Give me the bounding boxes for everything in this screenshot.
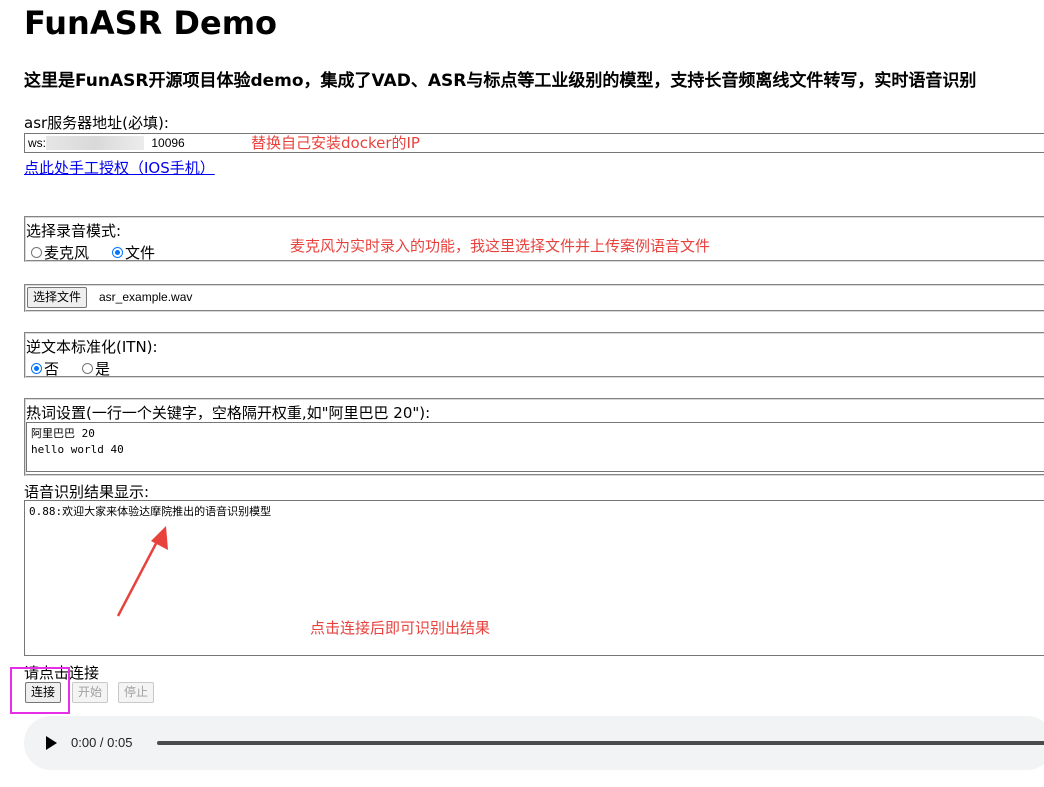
itn-yes-radio[interactable] — [82, 363, 94, 374]
hotwords-label: 热词设置(一行一个关键字，空格隔开权重,如"阿里巴巴 20"): — [26, 404, 431, 422]
stop-button[interactable]: 停止 — [118, 682, 155, 703]
itn-fieldset — [24, 332, 1044, 378]
result-annotation: 点击连接后即可识别出结果 — [310, 619, 491, 637]
file-radio[interactable] — [112, 247, 124, 258]
mic-radio-label: 麦克风 — [44, 244, 90, 262]
choose-file-button[interactable]: 选择文件 — [27, 287, 88, 308]
server-suffix: 10096 — [151, 136, 185, 150]
itn-no-radio[interactable] — [31, 363, 42, 374]
page-title: FunASR Demo — [24, 4, 278, 42]
itn-no-label: 否 — [44, 360, 60, 378]
mode-label: 选择录音模式: — [26, 222, 122, 240]
hotwords-textarea[interactable]: 阿里巴巴 20 hello world 40 — [26, 422, 1044, 472]
mode-radio-group: 麦克风 文件 — [31, 242, 155, 263]
itn-yes-label: 是 — [95, 360, 111, 378]
manual-auth-link[interactable]: 点此处手工授权（IOS手机） — [24, 157, 215, 178]
mic-radio[interactable] — [31, 247, 42, 258]
server-input[interactable]: ws:/10096 — [24, 133, 1044, 153]
start-button[interactable]: 开始 — [72, 682, 109, 703]
server-label: asr服务器地址(必填): — [24, 114, 169, 132]
result-label: 语音识别结果显示: — [24, 483, 150, 501]
mode-annotation: 麦克风为实时录入的功能，我这里选择文件并上传案例语音文件 — [290, 237, 711, 255]
redacted-ip — [46, 136, 144, 150]
audio-time: 0:00 / 0:05 — [71, 735, 133, 750]
audio-progress-bar[interactable] — [157, 741, 1044, 745]
itn-radio-group: 否 是 — [31, 358, 110, 379]
page-subtitle: 这里是FunASR开源项目体验demo，集成了VAD、ASR与标点等工业级别的模… — [24, 71, 977, 91]
file-name: asr_example.wav — [99, 290, 193, 304]
itn-label: 逆文本标准化(ITN): — [26, 338, 158, 356]
play-icon[interactable] — [46, 736, 57, 750]
file-radio-label: 文件 — [125, 244, 156, 262]
annotation-arrow-icon — [116, 526, 168, 617]
server-annotation: 替换自己安装docker的IP — [251, 134, 420, 152]
connect-highlight-box — [10, 667, 70, 714]
